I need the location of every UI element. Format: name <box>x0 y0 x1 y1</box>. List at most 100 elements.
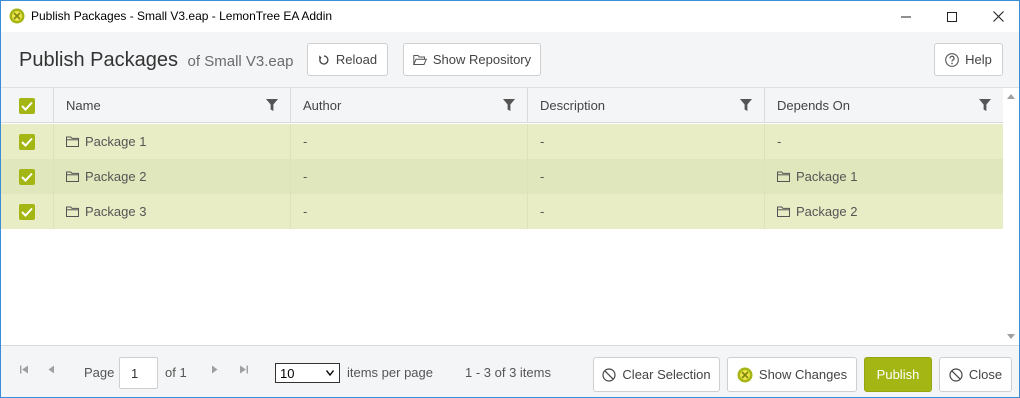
close-icon <box>992 11 1004 22</box>
chevron-down-icon <box>326 370 334 376</box>
folder-icon <box>66 136 79 147</box>
filter-icon[interactable] <box>266 99 278 111</box>
row-checkbox[interactable] <box>19 203 35 220</box>
maximize-icon <box>947 11 957 22</box>
clear-selection-label: Clear Selection <box>622 367 711 382</box>
depends-on-value: - <box>777 134 782 149</box>
reload-icon <box>319 54 329 65</box>
show-repository-button[interactable]: Show Repository <box>403 43 541 76</box>
minimize-icon <box>901 16 911 17</box>
checkmark-icon <box>21 207 33 217</box>
checkmark-icon <box>21 137 33 147</box>
select-all-checkbox[interactable] <box>19 97 35 114</box>
item-range-label: 1 - 3 of 3 items <box>465 365 551 380</box>
row-select-cell <box>1 194 54 229</box>
window-title: Publish Packages - Small V3.eap - LemonT… <box>31 9 333 23</box>
folder-icon <box>777 206 790 217</box>
row-checkbox[interactable] <box>19 133 35 150</box>
title-bar: Publish Packages - Small V3.eap - LemonT… <box>1 1 1019 32</box>
show-changes-label: Show Changes <box>758 367 848 382</box>
page-count-label: of 1 <box>165 365 187 380</box>
filter-icon[interactable] <box>740 99 752 111</box>
column-header-description[interactable]: Description <box>528 88 765 123</box>
page-title: Publish Packages of Small V3.eap <box>19 49 293 72</box>
table-row[interactable]: Package 3 - - Package 2 <box>1 194 1003 229</box>
package-name: Package 1 <box>85 134 147 149</box>
depends-on-cell: - <box>765 124 1003 159</box>
depends-on-cell: Package 1 <box>765 159 1003 194</box>
package-name: Package 3 <box>85 204 147 219</box>
pager-footer: Page of 1 10 items per page 1 - 3 of 3 i… <box>1 345 1019 397</box>
show-changes-button[interactable]: Show Changes <box>727 357 857 392</box>
column-header-label: Name <box>66 98 101 113</box>
close-label: Close <box>968 367 1003 382</box>
close-button[interactable]: Close <box>939 357 1012 392</box>
page-size-value: 10 <box>280 365 295 381</box>
clear-selection-button[interactable]: Clear Selection <box>593 357 720 392</box>
column-header-name[interactable]: Name <box>54 88 291 123</box>
table-row[interactable]: Package 1 - - - <box>1 124 1003 159</box>
description-cell: - <box>528 159 765 194</box>
column-header-label: Author <box>303 98 342 113</box>
last-page-icon[interactable] <box>239 365 248 374</box>
depends-on-value: Package 2 <box>796 204 858 219</box>
author-value: - <box>303 204 308 219</box>
depends-on-cell: Package 2 <box>765 194 1003 229</box>
checkmark-icon <box>21 101 33 111</box>
reload-label: Reload <box>335 52 378 67</box>
column-header-label: Description <box>540 98 606 113</box>
author-cell: - <box>291 159 528 194</box>
folder-open-icon <box>412 54 427 65</box>
select-all-header <box>1 88 54 123</box>
cancel-icon <box>602 367 617 382</box>
description-value: - <box>540 169 545 184</box>
packages-grid: Name Author Description Depends On Packa… <box>1 88 1019 345</box>
page-header: Publish Packages of Small V3.eap Reload … <box>1 32 1019 88</box>
help-label: Help <box>965 52 992 67</box>
description-value: - <box>540 134 545 149</box>
column-header-label: Depends On <box>777 98 850 113</box>
name-cell: Package 2 <box>54 159 291 194</box>
scroll-down-icon[interactable] <box>1007 334 1015 339</box>
minimize-button[interactable] <box>883 1 929 32</box>
lemontree-logo-icon <box>9 8 25 24</box>
column-header-author[interactable]: Author <box>291 88 528 123</box>
page-subtitle: of Small V3.eap <box>187 53 294 70</box>
page-label: Page <box>84 365 115 380</box>
row-select-cell <box>1 159 54 194</box>
description-cell: - <box>528 194 765 229</box>
author-cell: - <box>291 194 528 229</box>
previous-page-icon[interactable] <box>48 365 55 374</box>
publish-packages-window: Publish Packages - Small V3.eap - LemonT… <box>0 0 1020 398</box>
reload-button[interactable]: Reload <box>307 43 388 76</box>
grid-body: Package 1 - - - Package 2 - - Package 1 … <box>1 124 1003 229</box>
scroll-up-icon[interactable] <box>1007 94 1015 99</box>
page-size-select[interactable]: 10 <box>275 363 340 383</box>
name-cell: Package 3 <box>54 194 291 229</box>
author-value: - <box>303 169 308 184</box>
package-name: Package 2 <box>85 169 147 184</box>
author-value: - <box>303 134 308 149</box>
filter-icon[interactable] <box>503 99 515 111</box>
column-header-depends-on[interactable]: Depends On <box>765 88 1003 123</box>
maximize-button[interactable] <box>929 1 975 32</box>
table-row[interactable]: Package 2 - - Package 1 <box>1 159 1003 194</box>
description-cell: - <box>528 124 765 159</box>
vertical-scrollbar[interactable] <box>1003 88 1019 345</box>
lemontree-logo-icon <box>737 367 753 382</box>
first-page-icon[interactable] <box>20 365 29 374</box>
grid-header: Name Author Description Depends On <box>1 88 1003 123</box>
close-window-button[interactable] <box>975 1 1020 32</box>
folder-icon <box>66 171 79 182</box>
folder-icon <box>66 206 79 217</box>
page-number-input[interactable] <box>119 357 158 389</box>
filter-icon[interactable] <box>979 99 991 111</box>
checkmark-icon <box>21 172 33 182</box>
publish-button[interactable]: Publish <box>864 357 932 392</box>
show-repository-label: Show Repository <box>432 52 532 67</box>
folder-icon <box>777 171 790 182</box>
cancel-icon <box>949 367 963 382</box>
next-page-icon[interactable] <box>211 365 218 374</box>
row-checkbox[interactable] <box>19 168 35 185</box>
help-button[interactable]: Help <box>934 43 1003 76</box>
